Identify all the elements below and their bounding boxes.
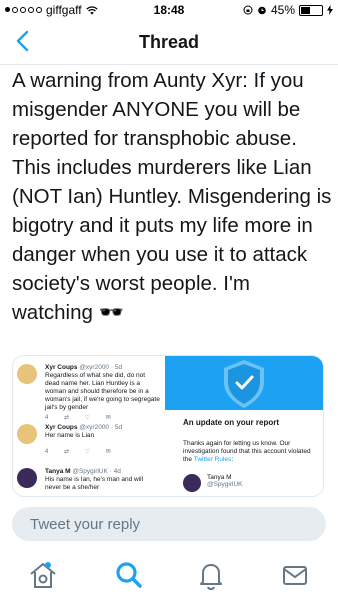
reported-user-handle: @SpygirlUK (207, 481, 243, 488)
avatar (17, 468, 37, 488)
embedded-tweet: Xyr Coups @xyr2000 · 5d Her name is Lian… (17, 424, 161, 456)
embedded-tweet-text: Her name is Lian (45, 432, 95, 439)
screenshot-tweets: Xyr Coups @xyr2000 · 5d Regardless of wh… (13, 356, 163, 496)
embedded-tweet: Tanya M @SpygirlUK · 4d His name is Ian,… (17, 468, 161, 496)
share-icon: ✉ (105, 415, 111, 421)
status-right: 45% (243, 3, 333, 17)
tab-notifications[interactable] (194, 558, 230, 594)
tweet-author: Xyr Coups (45, 364, 78, 371)
tweet-author: Xyr Coups (45, 424, 78, 431)
report-title: An update on your report (183, 418, 279, 427)
reply-placeholder: Tweet your reply (30, 516, 141, 533)
like-icon: ♡ (84, 449, 91, 455)
report-update: An update on your report Thanks again fo… (165, 356, 323, 496)
tweet-handle: @xyr2000 · 5d (79, 364, 123, 371)
avatar (17, 424, 37, 444)
reported-user-name: Tanya M (207, 474, 232, 481)
retweet-icon: ⇄ (64, 449, 70, 455)
reply-count: 4 (45, 449, 49, 455)
embedded-tweet-text: Regardless of what she did, do not dead … (45, 372, 160, 411)
battery-icon (299, 4, 323, 16)
like-icon: ♡ (84, 415, 91, 421)
messages-icon (283, 566, 307, 585)
tweet-actions: 4 ⇄ ♡ ✉ (45, 448, 161, 456)
tab-messages[interactable] (278, 558, 314, 594)
twitter-rules-link: Twitter Rules (193, 456, 232, 463)
report-text: Thanks again for letting us know. Our in… (183, 440, 311, 463)
embedded-tweet: Xyr Coups @xyr2000 · 5d Regardless of wh… (17, 364, 161, 421)
reply-count: 4 (45, 415, 49, 421)
home-icon (30, 562, 56, 588)
search-icon (116, 562, 142, 588)
tab-search[interactable] (112, 558, 148, 594)
reported-user: Tanya M @SpygirlUK (183, 474, 243, 492)
tweet-text: A warning from Aunty Xyr: If you misgend… (12, 69, 332, 324)
share-icon: ✉ (105, 449, 111, 455)
avatar (183, 474, 201, 492)
report-header (165, 356, 323, 410)
tweet-handle: @xyr2000 · 5d (79, 424, 123, 431)
page-title: Thread (138, 32, 199, 52)
battery-percent: 45% (270, 3, 295, 17)
shield-check-icon (224, 360, 264, 408)
alarm-icon (258, 6, 266, 15)
tweet-media[interactable]: Xyr Coups @xyr2000 · 5d Regardless of wh… (12, 355, 324, 497)
reply-input[interactable]: Tweet your reply (12, 507, 326, 541)
retweet-icon: ⇄ (64, 415, 70, 421)
charging-icon (327, 5, 333, 15)
rotation-lock-icon (243, 5, 253, 15)
tab-home[interactable] (26, 558, 62, 594)
notifications-icon (200, 564, 222, 591)
embedded-tweet-text: His name is Ian, he's man and will never… (45, 476, 144, 491)
nav-bar: Thread (0, 20, 338, 65)
status-bar: giffgaff 18:48 45% (0, 0, 338, 20)
avatar (17, 364, 37, 384)
tab-bar (0, 550, 338, 600)
tweet-handle: @SpygirlUK · 4d (72, 468, 121, 475)
tweet-author: Tanya M (45, 468, 71, 475)
tweet-actions: 4 ⇄ ♡ ✉ (45, 414, 161, 422)
